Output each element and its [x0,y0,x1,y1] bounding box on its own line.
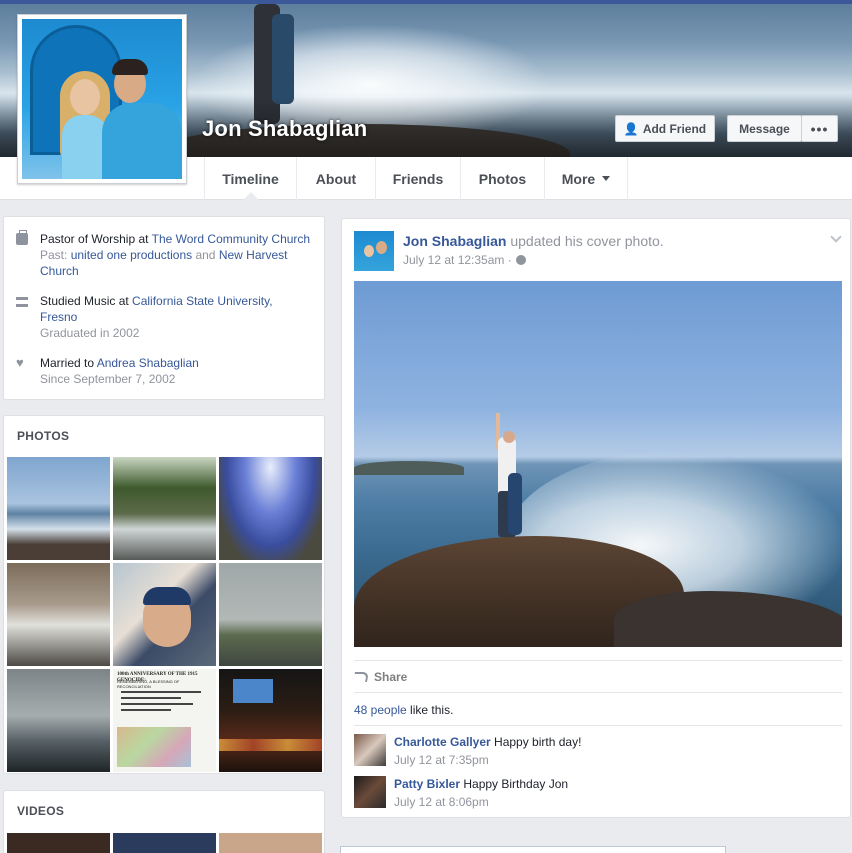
likes-count-link[interactable]: 48 people [354,703,407,717]
flyer-text-line [121,703,193,705]
comment-body: Patty Bixler Happy Birthday Jon [394,777,568,791]
tab-friends[interactable]: Friends [375,157,460,200]
comment-timestamp[interactable]: July 12 at 8:06pm [394,795,489,809]
man-shirt [102,103,182,179]
briefcase-icon [16,230,28,245]
photo-thumb[interactable] [219,669,322,772]
divider [354,725,842,726]
avatar[interactable] [354,776,386,808]
work-prefix: Pastor of Worship at [40,232,152,246]
child-figure [508,473,522,535]
stage-screen [233,679,273,703]
post-photo[interactable] [354,281,842,647]
past-and: and [192,248,219,262]
add-friend-button[interactable]: 👤 Add Friend [615,115,715,142]
likes-summary: 48 people like this. [354,703,453,717]
flyer-map [117,727,191,767]
video-thumb[interactable] [113,833,216,853]
relationship-since: Since September 7, 2002 [40,372,176,386]
post-author-avatar[interactable] [354,231,394,271]
employer-link[interactable]: The Word Community Church [152,232,311,246]
comment-timestamp[interactable]: July 12 at 7:35pm [394,753,489,767]
tab-photos[interactable]: Photos [460,157,544,200]
caret-down-icon [602,176,611,181]
videos-card: VIDEOS [3,790,325,853]
active-tab-indicator [243,192,259,200]
comment-text: Happy Birthday Jon [460,777,569,791]
more-options-button[interactable]: ••• [801,115,838,142]
photo-thumb[interactable] [219,457,322,560]
likes-suffix: like this. [406,703,454,717]
cover-child [272,14,294,104]
post-action: updated his cover photo. [506,233,664,249]
video-thumb[interactable] [7,833,110,853]
comment-input[interactable] [340,846,726,853]
add-friend-icon: 👤 [623,121,639,136]
flyer-text-line [121,709,171,711]
comment-body: Charlotte Gallyer Happy birth day! [394,735,581,749]
post-author-link[interactable]: Jon Shabaglian [403,233,506,249]
ellipsis-icon: ••• [810,120,829,137]
avatar[interactable] [354,734,386,766]
avatar-face [364,245,374,257]
post-timestamp[interactable]: July 12 at 12:35am · [403,253,512,267]
videos-title[interactable]: VIDEOS [17,804,64,818]
add-friend-label: Add Friend [642,121,707,136]
photo-thumb[interactable] [7,563,110,666]
comment-author-link[interactable]: Patty Bixler [394,777,460,791]
message-button[interactable]: Message [727,115,802,142]
distant-island [354,461,464,475]
past-employer-link-1[interactable]: united one productions [71,248,192,262]
relationship-prefix: Married to [40,356,97,370]
post-action-bar: Share [353,660,842,693]
man-hair [112,59,148,75]
chevron-down-icon[interactable] [830,231,842,243]
profile-picture[interactable] [17,14,187,184]
relationship-item: ♥ Married to Andrea Shabaglian Since Sep… [16,355,199,387]
photo-thumb[interactable] [113,457,216,560]
graduated-text: Graduated in 2002 [40,326,140,340]
education-prefix: Studied Music at [40,294,133,308]
woman-face [70,79,100,115]
photos-title[interactable]: PHOTOS [17,429,69,443]
work-item: Pastor of Worship at The Word Community … [16,230,318,279]
photo-thumb[interactable] [7,669,110,772]
man-head [503,431,515,443]
flyer-subtitle: REMEMBERING, A BLESSING OF RECONCILIATIO… [117,679,180,689]
photo-thumb-flyer[interactable]: 100th ANNIVERSARY OF THE 1915 GENOCIDE: … [113,669,216,772]
photo-thumb[interactable] [219,563,322,666]
photo-thumb[interactable] [7,457,110,560]
photo-thumb[interactable] [113,563,216,666]
globe-icon[interactable] [515,255,526,265]
post-meta: July 12 at 12:35am · [403,253,526,267]
tab-more-label: More [561,170,596,187]
avatar-face [376,241,387,254]
tab-about[interactable]: About [296,157,375,200]
share-button[interactable]: Share [374,670,407,684]
intro-card: Pastor of Worship at The Word Community … [3,216,325,400]
education-item: Studied Music at California State Univer… [16,293,290,341]
post-header: Jon Shabaglian updated his cover photo. [403,233,664,249]
photos-card: PHOTOS 100th ANNIVERSARY OF THE 1915 GEN… [3,415,325,774]
past-label: Past: [40,248,71,262]
tab-more[interactable]: More [544,157,628,200]
share-icon [353,671,369,682]
selfie-cap [143,587,191,605]
comment-text: Happy birth day! [490,735,582,749]
profile-name[interactable]: Jon Shabaglian [202,116,367,142]
flyer-text-line [121,691,201,693]
stage-lights [219,739,322,751]
comment-author-link[interactable]: Charlotte Gallyer [394,735,491,749]
video-thumb[interactable] [219,833,322,853]
timeline-post: Jon Shabaglian updated his cover photo. … [341,218,851,818]
school-icon [16,295,28,307]
heart-icon: ♥ [16,355,24,370]
flyer-text-line [121,697,181,699]
partner-link[interactable]: Andrea Shabaglian [97,356,199,370]
